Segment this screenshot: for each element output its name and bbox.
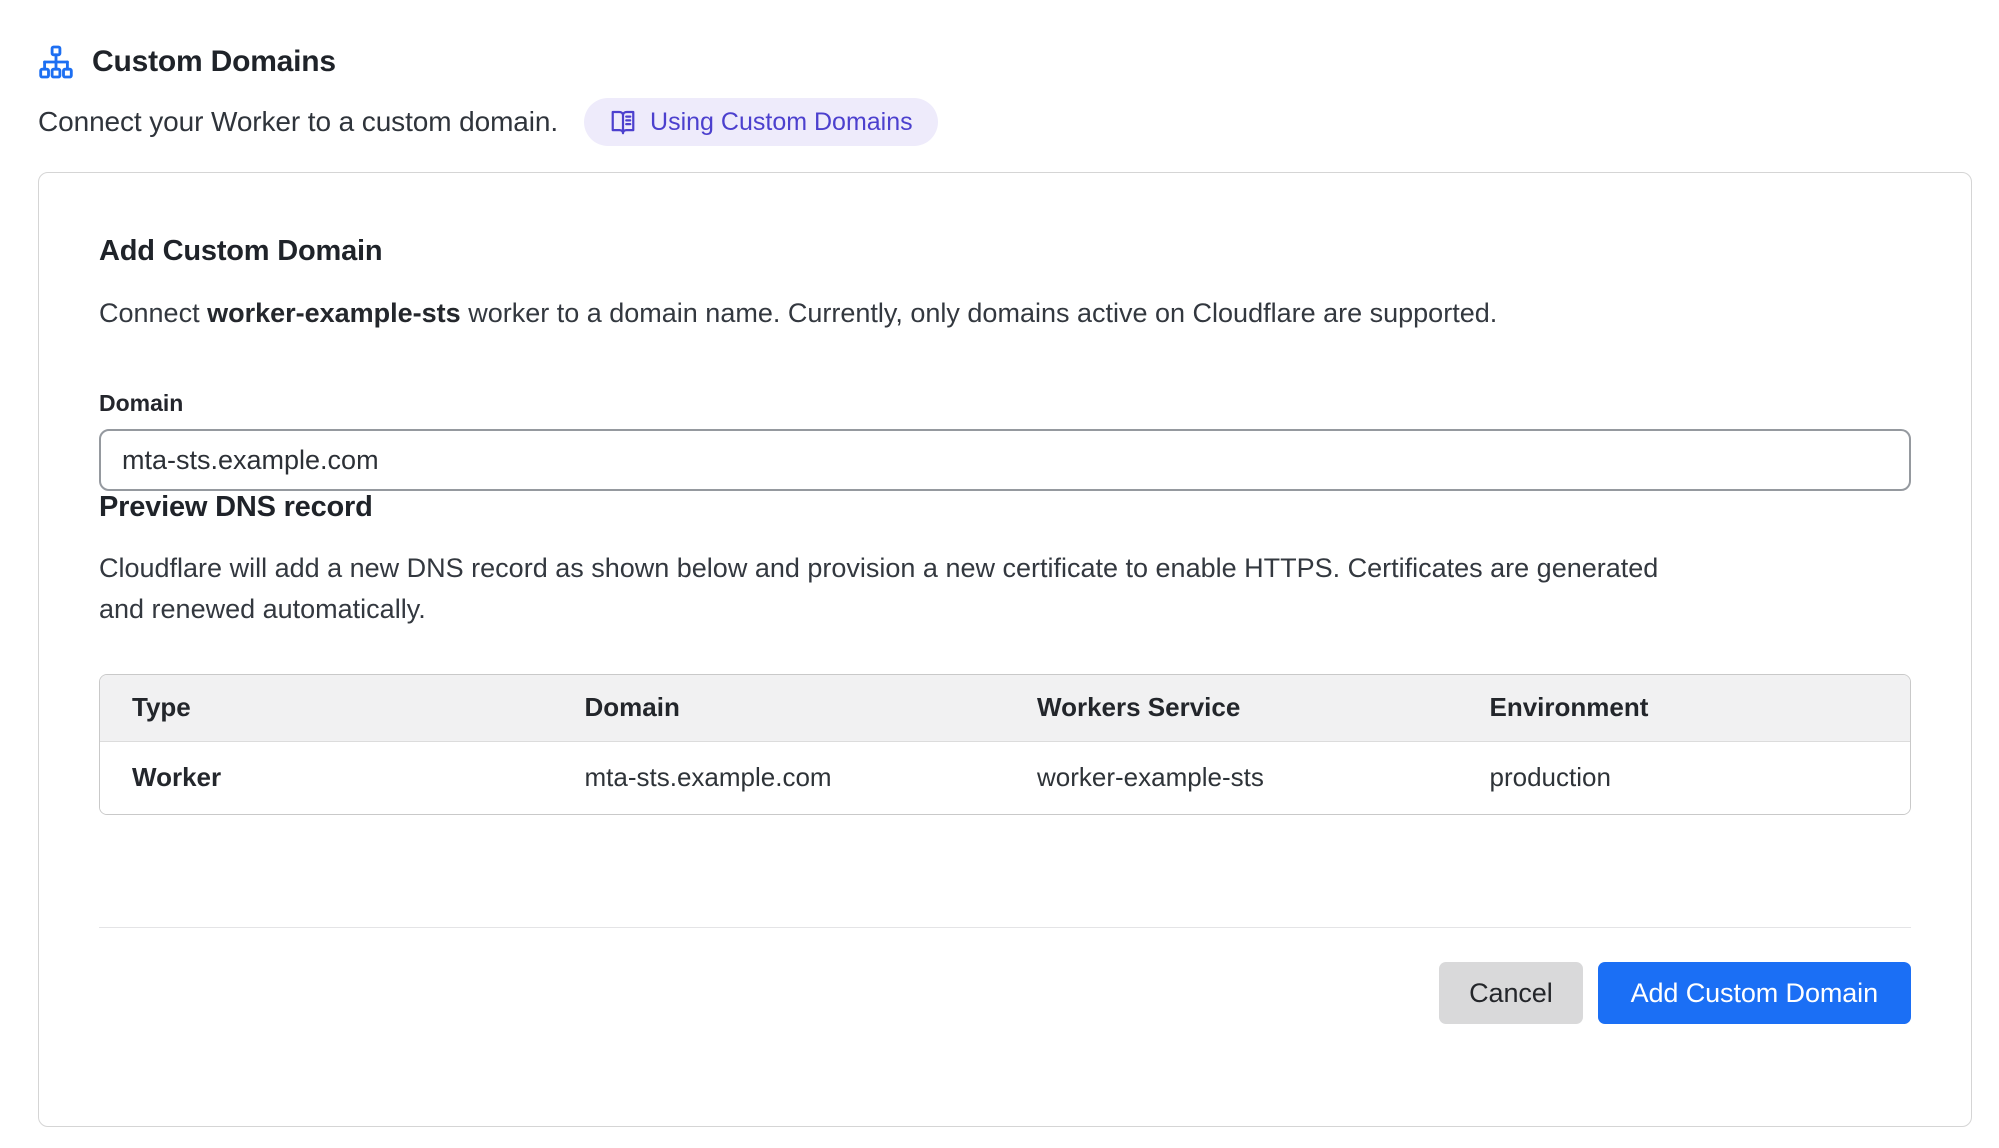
sitemap-icon	[38, 44, 74, 80]
page-subtitle: Connect your Worker to a custom domain.	[38, 106, 558, 138]
page-title: Custom Domains	[92, 45, 336, 79]
card-heading: Add Custom Domain	[99, 235, 1911, 268]
docs-link-badge[interactable]: Using Custom Domains	[584, 98, 938, 146]
intro-prefix: Connect	[99, 298, 207, 328]
custom-domains-page: Custom Domains Connect your Worker to a …	[0, 0, 1999, 1127]
preview-dns-heading: Preview DNS record	[99, 491, 1911, 524]
col-header-domain: Domain	[553, 675, 1006, 741]
cell-workers-service: worker-example-sts	[1005, 741, 1458, 814]
domain-input[interactable]	[99, 429, 1911, 491]
col-header-type: Type	[100, 675, 553, 741]
add-custom-domain-card: Add Custom Domain Connect worker-example…	[38, 172, 1972, 1127]
open-book-icon	[609, 108, 637, 136]
card-actions: Cancel Add Custom Domain	[99, 962, 1911, 1024]
docs-link-label: Using Custom Domains	[650, 108, 913, 137]
col-header-workers-service: Workers Service	[1005, 675, 1458, 741]
col-header-environment: Environment	[1458, 675, 1911, 741]
card-intro-text: Connect worker-example-sts worker to a d…	[99, 294, 1911, 332]
cell-type: Worker	[100, 741, 553, 814]
cell-domain: mta-sts.example.com	[553, 741, 1006, 814]
cell-environment: production	[1458, 741, 1911, 814]
dns-preview-table: Type Domain Workers Service Environment …	[99, 674, 1911, 815]
table-header-row: Type Domain Workers Service Environment	[100, 675, 1910, 741]
table-row: Worker mta-sts.example.com worker-exampl…	[100, 741, 1910, 814]
footer-divider	[99, 927, 1911, 928]
domain-field-label: Domain	[99, 390, 1911, 417]
add-custom-domain-button[interactable]: Add Custom Domain	[1598, 962, 1911, 1024]
worker-name: worker-example-sts	[207, 298, 461, 328]
cancel-button[interactable]: Cancel	[1439, 962, 1582, 1024]
preview-dns-description: Cloudflare will add a new DNS record as …	[99, 548, 1664, 630]
page-header: Custom Domains	[38, 42, 1959, 82]
intro-suffix: worker to a domain name. Currently, only…	[461, 298, 1498, 328]
page-subtitle-row: Connect your Worker to a custom domain. …	[38, 98, 1959, 146]
